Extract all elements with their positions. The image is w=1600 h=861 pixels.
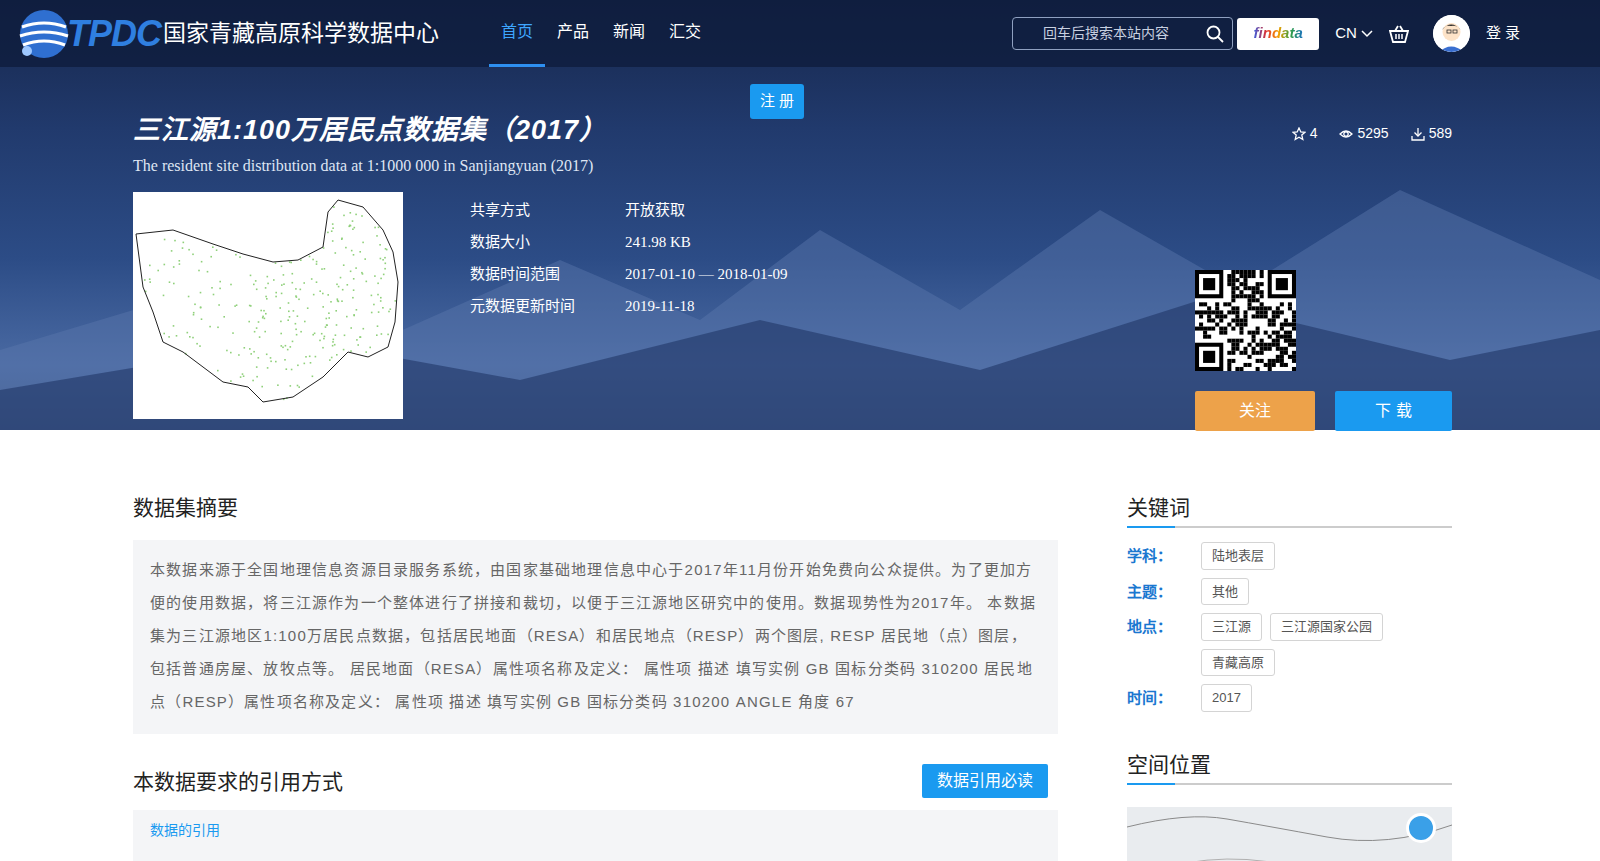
- top-navbar: TPDC国家青藏高原科学数据中心首页产品新闻汇交findataCN登 录: [0, 0, 1600, 67]
- dataset-thumbnail: [133, 192, 403, 419]
- metadata-row: 数据大小241.98 KB: [470, 226, 787, 258]
- stats-row: 4 5295 589: [1292, 113, 1452, 144]
- citation-subheading: 数据的引用: [150, 820, 1041, 841]
- stat-item: 4: [1292, 123, 1318, 144]
- follow-button[interactable]: 关注: [1195, 391, 1315, 431]
- keyword-tags: 陆地表层: [1201, 542, 1275, 570]
- keyword-groups: 学科：陆地表层主题：其他地点：三江源三江源国家公园青藏高原时间：2017: [1127, 542, 1452, 712]
- keyword-tags: 其他: [1201, 578, 1249, 606]
- keyword-tag[interactable]: 青藏高原: [1201, 649, 1275, 677]
- action-buttons: 关注下 载: [1195, 391, 1452, 431]
- nav-item[interactable]: 新闻: [601, 0, 657, 67]
- abstract-heading: 数据集摘要: [133, 495, 1058, 520]
- metadata-value: 241.98 KB: [625, 231, 691, 254]
- title-block: 三江源1:100万居民点数据集（2017） The resident site d…: [133, 113, 607, 178]
- settlement-map-preview: [133, 192, 403, 419]
- keyword-tags: 三江源三江源国家公园青藏高原: [1201, 613, 1452, 676]
- dataset-subtitle: The resident site distribution data at 1…: [133, 154, 607, 178]
- dataset-actions: 关注下 载: [1195, 192, 1452, 431]
- citation-heading: 本数据要求的引用方式: [133, 769, 343, 794]
- avatar-face-icon: [1433, 15, 1470, 52]
- keyword-row: 时间：2017: [1127, 684, 1452, 712]
- keyword-tag[interactable]: 其他: [1201, 578, 1249, 606]
- view-icon: [1339, 127, 1353, 141]
- keyword-row: 主题：其他: [1127, 578, 1452, 606]
- keyword-tag[interactable]: 三江源: [1201, 613, 1262, 641]
- chevron-down-icon: [1361, 30, 1373, 38]
- nav-item[interactable]: 首页: [489, 0, 545, 67]
- spatial-heading: 空间位置: [1127, 752, 1452, 785]
- stat-value: 589: [1429, 123, 1452, 144]
- hero-banner: TPDC国家青藏高原科学数据中心首页产品新闻汇交findataCN登 录注 册三…: [0, 0, 1600, 430]
- search-input[interactable]: [1041, 22, 1206, 45]
- register-button[interactable]: 注 册: [750, 84, 804, 119]
- left-column: 数据集摘要本数据来源于全国地理信息资源目录服务系统，由国家基础地理信息中心于20…: [133, 495, 1058, 861]
- metadata-row: 数据时间范围2017-01-10 — 2018-01-09: [470, 258, 787, 290]
- citation-header: 本数据要求的引用方式 数据引用必读: [133, 764, 1058, 798]
- search-box[interactable]: [1012, 17, 1233, 50]
- citation-box: 数据的引用: [133, 810, 1058, 861]
- qr-code-icon: [1195, 270, 1296, 371]
- keyword-tag[interactable]: 陆地表层: [1201, 542, 1275, 570]
- keyword-tag[interactable]: 三江源国家公园: [1270, 613, 1383, 641]
- keyword-row: 地点：三江源三江源国家公园青藏高原: [1127, 613, 1452, 676]
- search-icon[interactable]: [1206, 25, 1224, 43]
- metadata-value: 2017-01-10 — 2018-01-09: [625, 263, 787, 286]
- login-link[interactable]: 登 录: [1486, 22, 1520, 45]
- findata-label: findata: [1254, 22, 1303, 45]
- language-label: CN: [1335, 22, 1357, 45]
- keyword-label: 学科：: [1127, 542, 1201, 570]
- keyword-tags: 2017: [1201, 684, 1252, 712]
- logo-name: 国家青藏高原科学数据中心: [163, 16, 439, 51]
- info-row: 共享方式开放获取数据大小241.98 KB数据时间范围2017-01-10 — …: [133, 192, 1452, 431]
- stat-item: 589: [1411, 123, 1452, 144]
- avatar-icon[interactable]: [1433, 15, 1470, 52]
- keyword-label: 时间：: [1127, 684, 1201, 712]
- keyword-label: 主题：: [1127, 578, 1201, 606]
- stat-item: 5295: [1339, 123, 1388, 144]
- dataset-header: 三江源1:100万居民点数据集（2017） The resident site d…: [133, 67, 1467, 431]
- metadata-value: 开放获取: [625, 199, 685, 222]
- metadata-label: 共享方式: [470, 199, 625, 222]
- download-button[interactable]: 下 载: [1335, 391, 1452, 431]
- header-tools: findata CN 登 录: [1012, 15, 1520, 52]
- qr-pattern-icon: [1195, 270, 1296, 371]
- right-column: 关键词学科：陆地表层主题：其他地点：三江源三江源国家公园青藏高原时间：2017空…: [1127, 495, 1452, 861]
- abstract-text: 本数据来源于全国地理信息资源目录服务系统，由国家基础地理信息中心于2017年11…: [133, 540, 1058, 734]
- keywords-heading: 关键词: [1127, 495, 1452, 528]
- nav-item[interactable]: 汇交: [657, 0, 713, 67]
- main-nav: 首页产品新闻汇交: [489, 0, 713, 67]
- keyword-row: 学科：陆地表层: [1127, 542, 1452, 570]
- stat-value: 4: [1310, 123, 1318, 144]
- metadata-label: 数据大小: [470, 231, 625, 254]
- main-content: 数据集摘要本数据来源于全国地理信息资源目录服务系统，由国家基础地理信息中心于20…: [133, 430, 1467, 861]
- metadata-value: 2019-11-18: [625, 295, 694, 318]
- globe-icon: [15, 5, 73, 63]
- map-lines: [1127, 807, 1452, 861]
- keyword-tag[interactable]: 2017: [1201, 684, 1252, 712]
- logo-abbr: TPDC: [67, 16, 161, 52]
- map-control-icon[interactable]: [1406, 813, 1436, 843]
- citation-guide-button[interactable]: 数据引用必读: [922, 764, 1048, 798]
- metadata-row: 元数据更新时间2019-11-18: [470, 290, 787, 322]
- metadata-row: 共享方式开放获取: [470, 194, 787, 226]
- metadata-label: 数据时间范围: [470, 263, 625, 286]
- dataset-title: 三江源1:100万居民点数据集（2017）: [133, 113, 607, 148]
- metadata-label: 元数据更新时间: [470, 295, 625, 318]
- nav-item[interactable]: 产品: [545, 0, 601, 67]
- star-icon: [1292, 127, 1306, 141]
- stat-value: 5295: [1357, 123, 1388, 144]
- basket-icon[interactable]: [1389, 25, 1409, 43]
- language-switch[interactable]: CN: [1335, 22, 1373, 45]
- keyword-label: 地点：: [1127, 613, 1201, 676]
- site-logo[interactable]: TPDC国家青藏高原科学数据中心: [15, 5, 439, 63]
- spatial-map[interactable]: [1127, 807, 1452, 861]
- findata-link[interactable]: findata: [1237, 18, 1319, 50]
- title-row: 三江源1:100万居民点数据集（2017） The resident site d…: [133, 67, 1452, 178]
- download-icon: [1411, 127, 1425, 141]
- metadata-table: 共享方式开放获取数据大小241.98 KB数据时间范围2017-01-10 — …: [470, 194, 787, 431]
